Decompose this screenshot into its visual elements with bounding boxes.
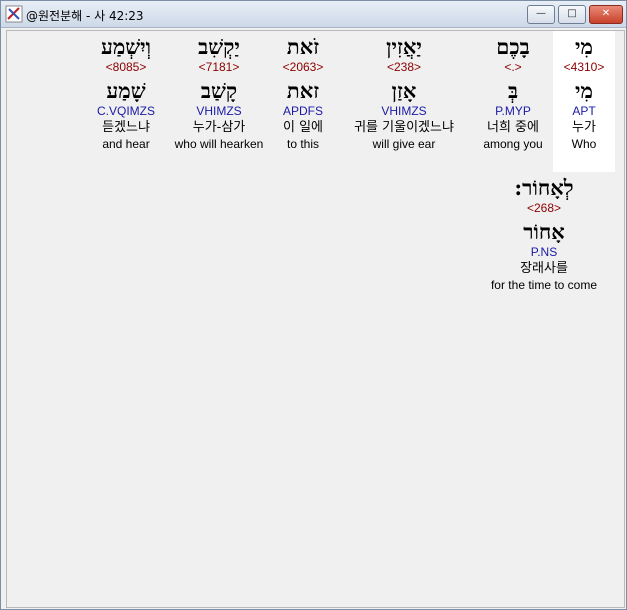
minimize-button[interactable]: — (527, 5, 555, 24)
maximize-icon: □ (567, 8, 577, 19)
word-hebrew: וְיִשְׁמַע (100, 34, 152, 59)
word-korean: 이 일에 (282, 120, 323, 135)
word-hebrew: יַאֲזִין (386, 34, 422, 59)
word-morphology: C.VQIMZS (96, 104, 155, 118)
word-korean: 너희 중에 (487, 120, 539, 135)
close-button[interactable]: ✕ (589, 5, 623, 24)
word-lemma: אָחוֹר (523, 219, 565, 244)
title-bar[interactable]: @원전분해 - 사 42:23 — □ ✕ (1, 1, 626, 28)
word-block-bakhem[interactable]: בָכֶם <.> בְּ P.MYP 너희 중에 among you (473, 34, 553, 152)
word-korean: 귀를 기울이겠느냐 (354, 120, 454, 135)
minimize-icon: — (536, 8, 546, 19)
word-morphology: VHIMZS (196, 104, 242, 118)
word-strong-number[interactable]: <2063> (271, 60, 335, 74)
word-strong-number[interactable]: <.> (473, 60, 553, 74)
word-english: for the time to come (490, 278, 598, 292)
word-hebrew: לְאָחוֹר: (514, 175, 574, 200)
word-lemma: בְּ (507, 78, 519, 103)
word-english: among you (483, 137, 543, 151)
window-title: @원전분해 - 사 42:23 (26, 9, 144, 23)
word-hebrew: זֹאת (286, 34, 320, 59)
word-english: Who (571, 137, 597, 151)
word-korean: 누가 (572, 120, 596, 135)
word-korean: 장래사를 (520, 261, 568, 276)
word-block-zot[interactable]: זֹאת <2063> זאת APDFS 이 일에 to this (271, 34, 335, 152)
word-block-leachor[interactable]: לְאָחוֹר: <268> אָחוֹר P.NS 장래사를 for the… (477, 175, 611, 293)
word-hebrew: בָכֶם (496, 34, 530, 59)
word-lemma: שָׁמַע (106, 78, 146, 103)
maximize-button[interactable]: □ (558, 5, 586, 24)
word-morphology: APDFS (282, 104, 323, 118)
word-korean: 누가-삼가 (192, 120, 246, 135)
word-hebrew: יַקְשִׁב (198, 34, 240, 59)
word-english: will give ear (372, 137, 436, 151)
word-morphology: P.MYP (495, 104, 531, 118)
word-morphology: P.NS (530, 245, 558, 259)
word-lemma: זאת (286, 78, 320, 103)
word-block-yaazin[interactable]: יַאֲזִין <238> אָזַן VHIMZS 귀를 기울이겠느냐 wi… (337, 34, 471, 152)
word-korean: 듣겠느냐 (102, 120, 150, 135)
analysis-pane: מִי <4310> מִי APT 누가 Who בָכֶם <.> בְּ … (6, 30, 625, 608)
word-english: who will hearken (174, 137, 264, 151)
word-hebrew: מִי (575, 34, 593, 59)
word-morphology: APT (572, 104, 596, 118)
word-morphology: VHIMZS (381, 104, 427, 118)
word-strong-number[interactable]: <268> (477, 201, 611, 215)
word-lemma: קָשַׁב (200, 78, 238, 103)
word-english: and hear (102, 137, 150, 151)
word-lemma: מִי (575, 78, 593, 103)
app-logo-icon (5, 5, 23, 23)
word-lemma: אָזַן (391, 78, 417, 103)
word-block-yaqshiv[interactable]: יַקְשִׁב <7181> קָשַׁב VHIMZS 누가-삼가 who … (168, 34, 270, 152)
word-english: to this (286, 137, 319, 151)
word-block-veyishma[interactable]: וְיִשְׁמַע <8085> שָׁמַע C.VQIMZS 듣겠느냐 a… (87, 34, 165, 152)
word-strong-number[interactable]: <7181> (168, 60, 270, 74)
word-strong-number[interactable]: <238> (337, 60, 471, 74)
word-block-mi[interactable]: מִי <4310> מִי APT 누가 Who (553, 34, 615, 152)
word-strong-number[interactable]: <8085> (87, 60, 165, 74)
app-window: @원전분해 - 사 42:23 — □ ✕ מִי <4310> מִי APT… (0, 0, 627, 610)
close-icon: ✕ (601, 8, 611, 19)
word-strong-number[interactable]: <4310> (553, 60, 615, 74)
